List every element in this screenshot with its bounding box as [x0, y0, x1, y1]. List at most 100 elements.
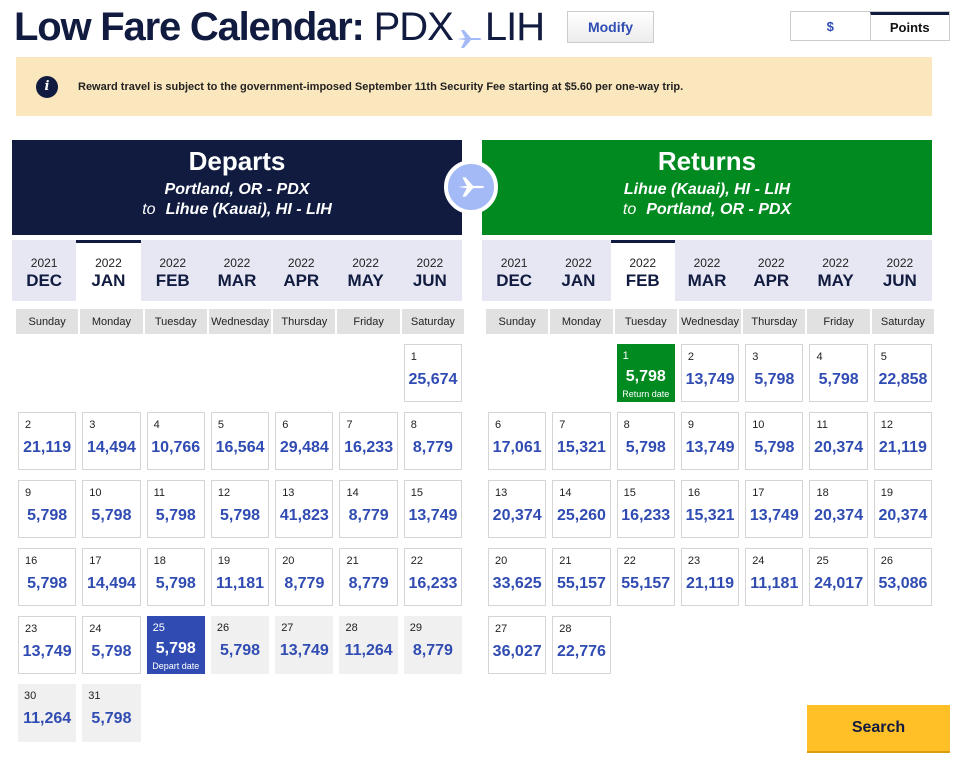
calendar-day-10[interactable]: 10 5,798	[82, 480, 141, 538]
calendar-day-28[interactable]: 28 11,264	[339, 616, 398, 674]
calendar-day-13[interactable]: 13 20,374	[488, 480, 547, 538]
calendar-day-30[interactable]: 30 11,264	[18, 684, 77, 742]
calendar-day-27[interactable]: 27 13,749	[275, 616, 334, 674]
weekday-tuesday: Tuesday	[614, 309, 677, 334]
calendar-day-3[interactable]: 3 14,494	[82, 412, 141, 470]
fare-points: 17,061	[492, 439, 542, 456]
calendar-day-24[interactable]: 24 5,798	[82, 616, 141, 674]
calendar-day-12[interactable]: 12 5,798	[210, 480, 270, 538]
calendar-day-16[interactable]: 16 5,798	[18, 548, 77, 606]
calendar-day-15[interactable]: 15 16,233	[616, 480, 675, 538]
month-tab-jan[interactable]: 2022 JAN	[546, 240, 610, 301]
calendar-day-11[interactable]: 11 5,798	[146, 480, 205, 538]
month-tab-mar[interactable]: 2022 MAR	[205, 240, 269, 301]
calendar-day-9[interactable]: 9 5,798	[18, 480, 77, 538]
calendar-day-21[interactable]: 21 8,779	[339, 548, 398, 606]
calendar-day-15[interactable]: 15 13,749	[403, 480, 463, 538]
month-tab-label: JUN	[412, 271, 447, 290]
calendar-day-20[interactable]: 20 33,625	[488, 548, 547, 606]
month-tab-jun[interactable]: 2022 JUN	[868, 240, 932, 301]
calendar-day-8[interactable]: 8 5,798	[616, 412, 675, 470]
month-tab-may[interactable]: 2022 MAY	[333, 240, 397, 301]
month-tab-jun[interactable]: 2022 JUN	[398, 240, 462, 301]
calendar-day-11[interactable]: 11 20,374	[809, 412, 868, 470]
calendar-day-1[interactable]: 1 25,674	[403, 344, 463, 402]
calendar-day-29[interactable]: 29 8,779	[403, 616, 463, 674]
month-tab-apr[interactable]: 2022 APR	[269, 240, 333, 301]
fare-points: 8,779	[412, 439, 453, 456]
day-number: 14	[559, 487, 572, 499]
calendar-day-25[interactable]: 25 24,017	[809, 548, 868, 606]
calendar-day-16[interactable]: 16 15,321	[680, 480, 740, 538]
calendar-day-1[interactable]: 1 5,798 Return date	[616, 344, 675, 402]
points-option[interactable]: Points	[869, 12, 949, 40]
calendar-day-23[interactable]: 23 21,119	[680, 548, 740, 606]
search-button[interactable]: Search	[807, 705, 950, 753]
fare-points: 14,494	[86, 575, 136, 592]
fare-points: 14,494	[86, 439, 136, 456]
month-tab-apr[interactable]: 2022 APR	[739, 240, 803, 301]
calendar-day-22[interactable]: 22 55,157	[616, 548, 675, 606]
calendar-day-31[interactable]: 31 5,798	[82, 684, 141, 742]
month-tab-feb[interactable]: 2022 FEB	[610, 240, 675, 301]
calendar-day-9[interactable]: 9 13,749	[680, 412, 740, 470]
calendar-day-26[interactable]: 26 53,086	[873, 548, 933, 606]
calendar-day-19[interactable]: 19 11,181	[210, 548, 270, 606]
day-number: 26	[880, 555, 894, 567]
calendar-day-2[interactable]: 2 21,119	[18, 412, 77, 470]
fare-points: 8,779	[412, 642, 453, 659]
calendar-day-18[interactable]: 18 5,798	[146, 548, 205, 606]
month-tab-year: 2021	[500, 256, 528, 270]
day-number: 25	[816, 555, 829, 567]
calendar-day-17[interactable]: 17 14,494	[82, 548, 141, 606]
calendar-day-3[interactable]: 3 5,798	[745, 344, 804, 402]
calendar-day-28[interactable]: 28 22,776	[552, 616, 611, 674]
calendar-day-20[interactable]: 20 8,779	[275, 548, 334, 606]
calendar-day-27[interactable]: 27 36,027	[488, 616, 547, 674]
calendar-day-26[interactable]: 26 5,798	[210, 616, 270, 674]
month-tab-dec[interactable]: 2021 DEC	[482, 240, 546, 301]
calendar-day-14[interactable]: 14 25,260	[552, 480, 611, 538]
month-tab-jan[interactable]: 2022 JAN	[76, 240, 141, 301]
day-number: 12	[880, 419, 894, 431]
empty-cell	[552, 344, 610, 402]
calendar-day-23[interactable]: 23 13,749	[18, 616, 77, 674]
fare-points: 13,749	[279, 642, 329, 659]
calendar-day-18[interactable]: 18 20,374	[809, 480, 868, 538]
day-number: 31	[88, 690, 101, 702]
calendar-day-4[interactable]: 4 10,766	[146, 412, 205, 470]
calendar-day-10[interactable]: 10 5,798	[745, 412, 804, 470]
calendar-day-24[interactable]: 24 11,181	[745, 548, 804, 606]
calendar-day-12[interactable]: 12 21,119	[873, 412, 933, 470]
fare-points: 5,798	[27, 507, 68, 524]
calendar-day-7[interactable]: 7 15,321	[552, 412, 611, 470]
calendar-day-14[interactable]: 14 8,779	[339, 480, 398, 538]
fare-points: 5,798	[754, 439, 795, 456]
calendar-day-2[interactable]: 2 13,749	[680, 344, 740, 402]
month-tab-dec[interactable]: 2021 DEC	[12, 240, 76, 301]
month-tab-feb[interactable]: 2022 FEB	[141, 240, 205, 301]
calendar-day-22[interactable]: 22 16,233	[403, 548, 463, 606]
month-tab-mar[interactable]: 2022 MAR	[675, 240, 739, 301]
dollars-option[interactable]: $	[791, 12, 870, 40]
modify-button[interactable]: Modify	[567, 11, 654, 43]
calendar-day-25[interactable]: 25 5,798 Depart date	[146, 616, 205, 674]
calendar-day-13[interactable]: 13 41,823	[275, 480, 334, 538]
calendar-day-6[interactable]: 6 29,484	[275, 412, 334, 470]
calendar-day-17[interactable]: 17 13,749	[745, 480, 804, 538]
calendar-day-5[interactable]: 5 22,858	[873, 344, 933, 402]
calendar-day-4[interactable]: 4 5,798	[809, 344, 868, 402]
month-tab-label: FEB	[155, 271, 190, 290]
returns-to-word: to	[622, 201, 637, 218]
calendar-day-8[interactable]: 8 8,779	[403, 412, 463, 470]
calendar-day-6[interactable]: 6 17,061	[488, 412, 547, 470]
calendar-day-5[interactable]: 5 16,564	[210, 412, 270, 470]
page-title: Low Fare Calendar:	[14, 5, 365, 49]
fare-points: 16,233	[408, 575, 458, 592]
fare-points: 13,749	[685, 371, 735, 388]
calendar-day-7[interactable]: 7 16,233	[339, 412, 398, 470]
fare-points: 13,749	[685, 439, 735, 456]
calendar-day-19[interactable]: 19 20,374	[873, 480, 933, 538]
calendar-day-21[interactable]: 21 55,157	[552, 548, 611, 606]
month-tab-may[interactable]: 2022 MAY	[803, 240, 867, 301]
